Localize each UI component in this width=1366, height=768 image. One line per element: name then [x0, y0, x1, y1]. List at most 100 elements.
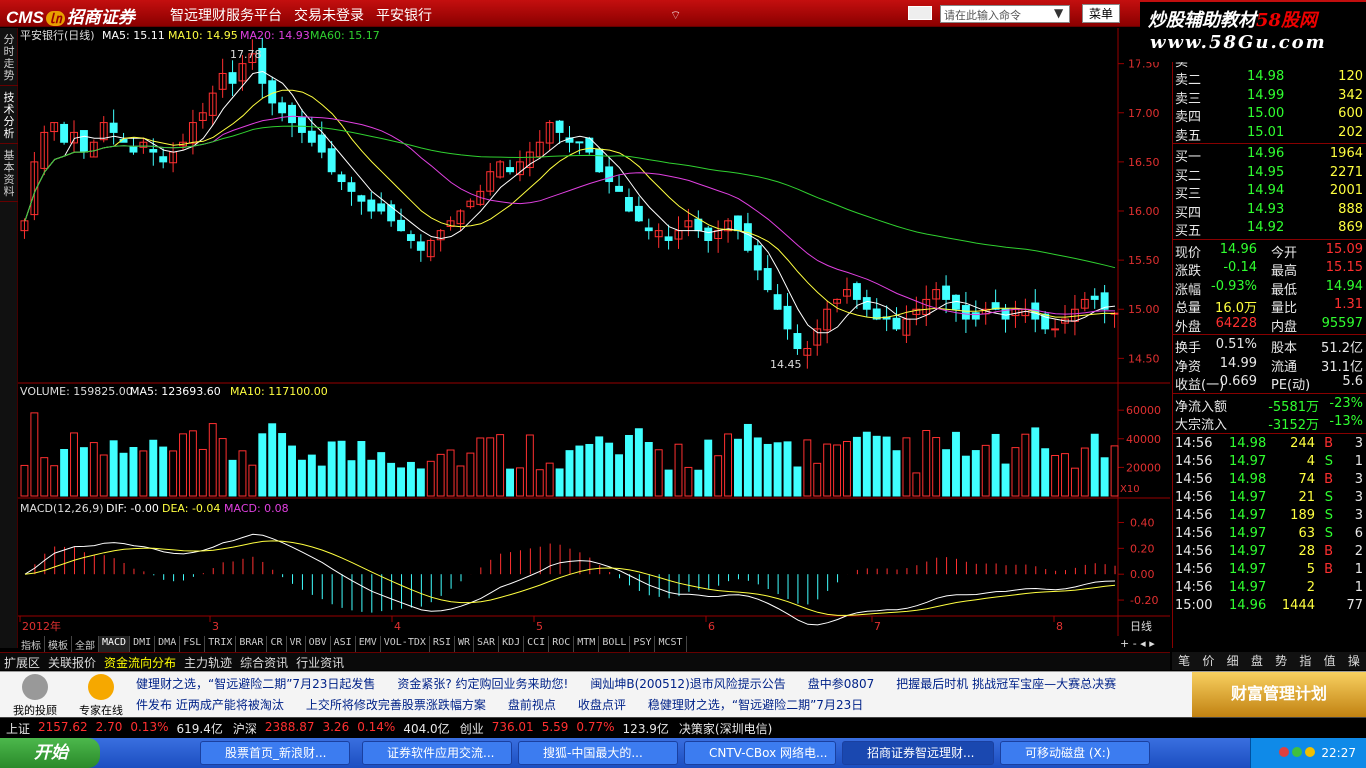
quote-tab[interactable]: 势 [1275, 652, 1287, 670]
indicator-tab[interactable]: VOL-TDX [381, 636, 430, 652]
indicator-tab[interactable]: TRIX [205, 636, 237, 652]
news-link[interactable]: 闽灿坤B(200512)退市风险提示公告 [590, 675, 785, 692]
indicator-tab[interactable]: MACD [99, 636, 131, 652]
news-link[interactable]: 资金紧张? 约定购回业务来助您! [397, 675, 568, 692]
news-link[interactable]: 收盘点评 [578, 696, 626, 713]
candle[interactable] [159, 156, 168, 163]
taskbar-item[interactable]: 证券软件应用交流... [362, 741, 512, 765]
indicator-tab[interactable]: BOLL [599, 636, 631, 652]
wealth-plan-ad[interactable]: 财富管理计划 [1192, 672, 1366, 718]
indicator-tab[interactable]: WR [455, 636, 475, 652]
extension-tab[interactable]: 行业资讯 [292, 653, 348, 670]
indicator-tab[interactable]: 模板 [45, 636, 72, 652]
candle[interactable] [555, 120, 564, 133]
candle[interactable] [129, 146, 138, 153]
candle[interactable] [327, 148, 336, 173]
candle[interactable] [694, 218, 703, 232]
candle[interactable] [406, 234, 415, 241]
candle[interactable] [416, 241, 425, 251]
tab-time-sharing[interactable]: 分时走势 [0, 28, 18, 86]
candle[interactable] [793, 333, 802, 350]
quote-tab[interactable]: 盘 [1251, 652, 1263, 670]
indicator-tab[interactable]: BRAR [236, 636, 268, 652]
candle[interactable] [149, 149, 158, 153]
candle[interactable] [377, 203, 386, 212]
quote-tab[interactable]: 笔 [1178, 652, 1190, 670]
candle[interactable] [852, 283, 861, 300]
candle[interactable] [625, 197, 633, 212]
news-link[interactable]: 盘中参0807 [808, 675, 875, 692]
command-input[interactable]: 请在此输入命令 [940, 5, 1070, 23]
indicator-tab[interactable]: ASI [331, 636, 356, 652]
index-item[interactable]: 上证 2157.62 2.70 0.13% 619.4亿 [6, 720, 223, 737]
quote-tab[interactable]: 细 [1227, 652, 1239, 670]
tray-icon[interactable] [1291, 747, 1302, 757]
tray-icon[interactable] [1304, 747, 1315, 757]
indicator-tab[interactable]: RSI [430, 636, 455, 652]
my-advisor-button[interactable]: 我的投顾 [4, 674, 66, 717]
candle[interactable] [367, 199, 376, 212]
indicator-tab[interactable]: OBV [306, 636, 331, 652]
news-link[interactable]: 稳健理财之选，“智远避险二期”7月23日 [648, 696, 863, 713]
start-button[interactable]: 开始 [0, 738, 100, 768]
candle[interactable] [278, 102, 287, 114]
indicator-tab[interactable]: 全部 [72, 636, 99, 652]
tab-technical-analysis[interactable]: 技术分析 [0, 86, 18, 144]
clock[interactable]: 22:27 [1321, 746, 1356, 760]
candle[interactable] [268, 80, 277, 104]
taskbar-item[interactable]: 股票首页_新浪财... [200, 741, 350, 765]
indicator-tab[interactable]: 指标 [18, 636, 45, 652]
taskbar-item[interactable]: 可移动磁盘 (X:) [1000, 741, 1150, 765]
extension-tab[interactable]: 主力轨迹 [180, 653, 236, 670]
extension-tab[interactable]: 关联报价 [44, 653, 100, 670]
news-link[interactable]: 上交所将修改完善股票涨跌幅方案 [306, 696, 486, 713]
kline-chart[interactable]: 平安银行(日线) MA5: 15.11 MA10: 14.95 MA20: 14… [18, 28, 1170, 636]
candle[interactable] [743, 223, 752, 251]
candle[interactable] [79, 130, 88, 153]
candle[interactable] [664, 236, 673, 241]
quote-tab[interactable]: 值 [1324, 652, 1336, 670]
candle[interactable] [615, 185, 624, 192]
extension-tab[interactable]: 综合资讯 [236, 653, 292, 670]
wifi-icon[interactable]: ⌔ [670, 8, 694, 22]
login-status[interactable]: 交易未登录 [294, 5, 364, 25]
candle[interactable] [297, 117, 306, 133]
indicator-tab[interactable]: MCST [655, 636, 687, 652]
indicator-tab[interactable]: DMI [130, 636, 156, 652]
extension-tab[interactable]: 扩展区 [0, 653, 44, 670]
extension-tab[interactable]: 资金流向分布 [100, 653, 180, 670]
candle[interactable] [763, 268, 772, 291]
candle[interactable] [288, 104, 296, 124]
index-item[interactable]: 创业 736.01 5.59 0.77% 123.9亿 [460, 720, 669, 737]
candle[interactable] [753, 245, 762, 271]
candle[interactable] [307, 130, 316, 143]
indicator-tab[interactable]: ROC [549, 636, 575, 652]
candle[interactable] [862, 297, 871, 310]
candle[interactable] [357, 195, 366, 202]
candle[interactable] [60, 123, 69, 143]
candle[interactable] [506, 167, 514, 173]
tab-fundamentals[interactable]: 基本资料 [0, 144, 18, 202]
indicator-tab[interactable]: SAR [474, 636, 500, 652]
dropdown-icon[interactable]: ▼ [1054, 6, 1063, 20]
taskbar-item[interactable]: 搜狐-中国最大的... [518, 741, 678, 765]
candle[interactable] [892, 317, 901, 330]
candle[interactable] [634, 205, 643, 222]
candle[interactable] [575, 141, 584, 144]
candle[interactable] [228, 72, 237, 84]
news-link[interactable]: 把握最后时机 挑战冠军宝座—大赛总决赛 [896, 675, 1116, 692]
candle[interactable] [337, 174, 346, 183]
indicator-tab[interactable]: VR [287, 636, 306, 652]
indicator-tab[interactable]: CCI [524, 636, 550, 652]
menu-button[interactable]: 菜单 [1082, 4, 1120, 23]
taskbar-item[interactable]: 招商证券智远理财... [842, 741, 994, 765]
taskbar-item[interactable]: CNTV-CBox 网络电... [684, 741, 836, 765]
indicator-tab[interactable]: CR [267, 636, 287, 652]
news-link[interactable]: 健理财之选，“智远避险二期”7月23日起发售 [136, 675, 375, 692]
news-link[interactable]: 盘前视点 [508, 696, 556, 713]
quote-tab[interactable]: 指 [1299, 652, 1311, 670]
candle[interactable] [1090, 295, 1099, 300]
period-label[interactable]: 日线 [1130, 619, 1152, 633]
candle[interactable] [704, 227, 713, 241]
candle[interactable] [971, 312, 980, 320]
